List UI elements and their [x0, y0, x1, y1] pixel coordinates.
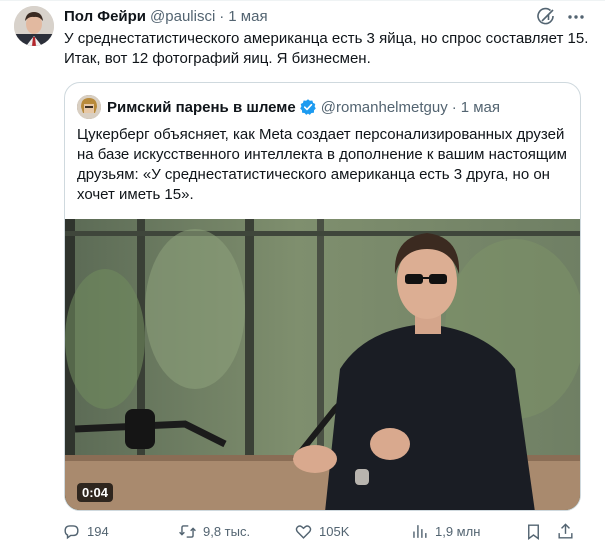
avatar[interactable] — [14, 6, 54, 46]
more-icon[interactable] — [565, 6, 587, 28]
repost-icon — [179, 524, 196, 538]
reply-count: 194 — [87, 523, 109, 539]
repost-button[interactable]: 9,8 тыс. — [178, 520, 250, 542]
quote-author-handle[interactable]: @romanhelmetguy — [321, 99, 448, 116]
tweet-header: Пол Фейри @paulisci · 1 мая — [64, 6, 268, 26]
grok-icon[interactable] — [535, 6, 557, 28]
bookmark-icon — [528, 523, 539, 540]
quote-author-name[interactable]: Римский парень в шлеме — [107, 99, 296, 116]
quote-avatar[interactable] — [77, 95, 101, 119]
quote-text: Цукерберг объясняет, как Meta создает пе… — [77, 126, 567, 203]
video-time-badge: 0:04 — [77, 483, 114, 502]
separator: · — [219, 7, 225, 25]
tweet-text: У среднестатистического американца есть … — [64, 30, 589, 67]
views-count: 1,9 млн — [435, 523, 481, 539]
views-button[interactable]: 1,9 млн — [410, 520, 480, 542]
like-icon — [295, 524, 312, 539]
bookmark-button[interactable] — [524, 520, 543, 542]
like-button[interactable]: 105K — [294, 520, 349, 542]
reply-button[interactable]: 194 — [62, 520, 109, 542]
share-button[interactable] — [556, 520, 575, 542]
like-count: 105K — [319, 523, 350, 539]
share-icon — [558, 522, 573, 539]
tweet[interactable]: Пол Фейри @paulisci · 1 мая У среднестат… — [0, 0, 605, 558]
separator: · — [451, 98, 457, 116]
repost-count: 9,8 тыс. — [203, 523, 251, 539]
quote-date[interactable]: 1 мая — [461, 99, 500, 116]
quoted-tweet[interactable]: Римский парень в шлеме @romanhelmetguy ·… — [64, 82, 581, 511]
views-icon — [413, 524, 427, 538]
verified-icon — [299, 98, 317, 116]
video-player[interactable]: 0:04 — [65, 219, 580, 510]
author-handle[interactable]: @paulisci — [150, 8, 215, 25]
video-frame — [65, 219, 580, 510]
action-bar: 194 9,8 тыс. 105K 1,9 млн — [54, 520, 584, 542]
reply-icon — [64, 524, 79, 539]
divider — [0, 0, 605, 1]
tweet-date[interactable]: 1 мая — [228, 8, 267, 25]
author-name[interactable]: Пол Фейри — [64, 8, 146, 25]
quote-header: Римский парень в шлеме @romanhelmetguy ·… — [107, 95, 500, 119]
